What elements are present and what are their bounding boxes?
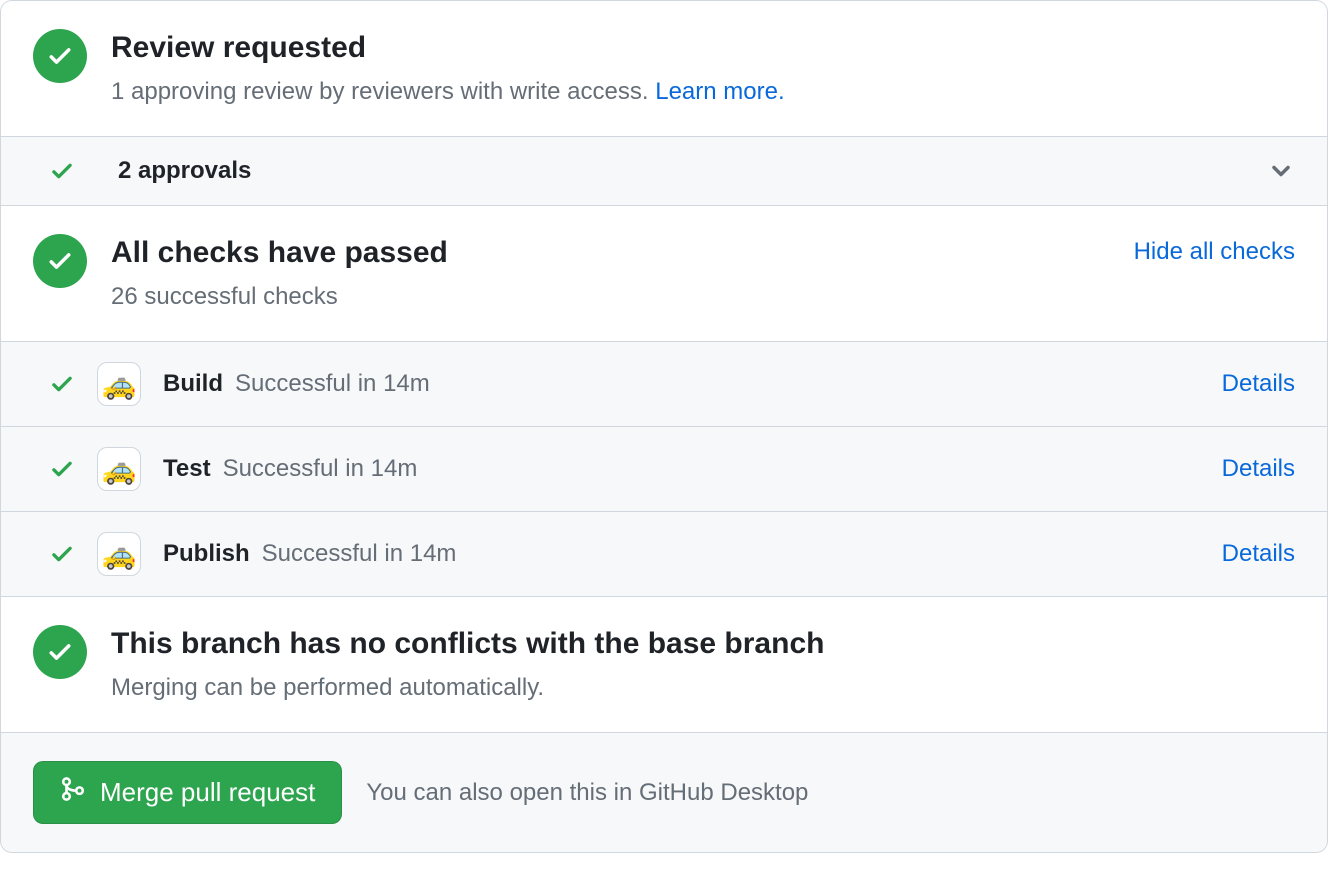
checks-section: All checks have passed 26 successful che… — [1, 205, 1327, 341]
check-details-link[interactable]: Details — [1222, 540, 1295, 568]
checks-title: All checks have passed — [111, 234, 1110, 272]
review-subtext: 1 approving review by reviewers with wri… — [111, 75, 785, 109]
conflicts-section: This branch has no conflicts with the ba… — [1, 596, 1327, 732]
check-details-link[interactable]: Details — [1222, 455, 1295, 483]
check-circle-icon — [33, 29, 87, 83]
conflicts-subtext: Merging can be performed automatically. — [111, 671, 824, 705]
checkmark-icon — [49, 371, 75, 397]
check-status: Successful in 14m — [235, 370, 430, 398]
check-name: Test — [163, 455, 211, 483]
chevron-down-icon[interactable] — [1267, 157, 1295, 185]
merge-pull-request-button[interactable]: Merge pull request — [33, 761, 342, 824]
check-circle-icon — [33, 625, 87, 679]
check-status: Successful in 14m — [262, 540, 457, 568]
check-row: 🚕 Test Successful in 14m Details — [1, 426, 1327, 511]
review-title: Review requested — [111, 29, 785, 67]
checks-subtext: 26 successful checks — [111, 280, 1110, 314]
workflow-avatar-icon: 🚕 — [97, 447, 141, 491]
conflicts-title: This branch has no conflicts with the ba… — [111, 625, 824, 663]
hide-checks-link[interactable]: Hide all checks — [1134, 234, 1295, 266]
checkmark-icon — [49, 158, 75, 184]
checkmark-icon — [49, 456, 75, 482]
merge-section: Merge pull request You can also open thi… — [1, 732, 1327, 852]
workflow-avatar-icon: 🚕 — [97, 362, 141, 406]
review-section: Review requested 1 approving review by r… — [1, 1, 1327, 136]
check-name: Publish — [163, 540, 250, 568]
approvals-label: 2 approvals — [118, 157, 1224, 185]
git-merge-icon — [60, 776, 86, 809]
checkmark-icon — [49, 541, 75, 567]
check-name: Build — [163, 370, 223, 398]
merge-hint: You can also open this in GitHub Desktop — [366, 779, 808, 807]
check-row: 🚕 Build Successful in 14m Details — [1, 341, 1327, 426]
workflow-avatar-icon: 🚕 — [97, 532, 141, 576]
merge-button-label: Merge pull request — [100, 777, 315, 808]
learn-more-link[interactable]: Learn more. — [655, 78, 784, 105]
check-details-link[interactable]: Details — [1222, 370, 1295, 398]
check-circle-icon — [33, 234, 87, 288]
approvals-row[interactable]: 2 approvals — [1, 136, 1327, 205]
check-status: Successful in 14m — [223, 455, 418, 483]
check-row: 🚕 Publish Successful in 14m Details — [1, 511, 1327, 596]
